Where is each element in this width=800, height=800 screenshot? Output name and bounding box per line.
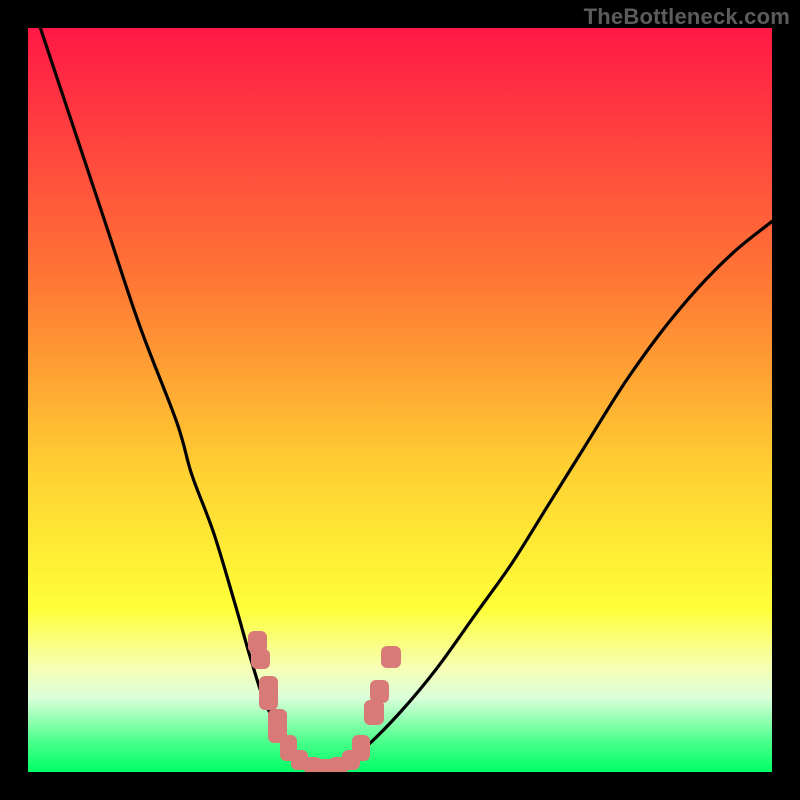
- data-marker: [259, 676, 278, 710]
- data-marker: [352, 735, 370, 761]
- chart-frame: TheBottleneck.com: [0, 0, 800, 800]
- data-marker: [364, 700, 383, 725]
- plot-area: [28, 28, 772, 772]
- data-marker: [251, 649, 270, 670]
- watermark-text: TheBottleneck.com: [584, 4, 790, 30]
- data-marker: [370, 680, 389, 703]
- data-marker: [381, 646, 400, 668]
